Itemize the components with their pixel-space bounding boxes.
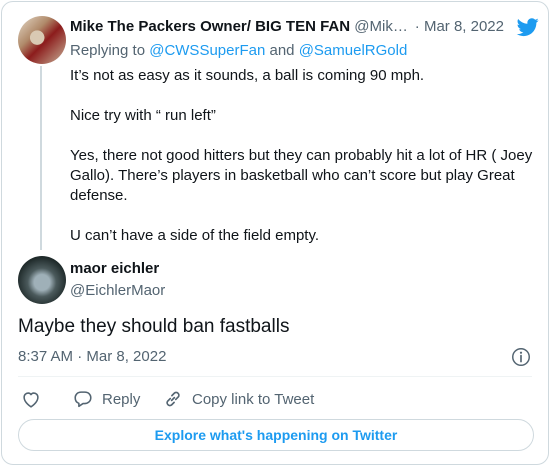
reply-mention-link-2[interactable]: @SamuelRGold xyxy=(299,42,408,59)
parent-paragraph: U can’t have a side of the field empty. xyxy=(70,227,320,244)
action-bar: Reply Copy link to Tweet xyxy=(18,386,538,412)
reply-mention-link-1[interactable]: @CWSSuperFan xyxy=(149,42,265,59)
like-button[interactable] xyxy=(20,386,42,412)
tweet-timestamp[interactable]: 8:37 AM · Mar 8, 2022 xyxy=(18,348,166,365)
heart-icon xyxy=(23,392,39,408)
replying-prefix: Replying to xyxy=(70,42,146,59)
explore-twitter-button[interactable]: Explore what's happening on Twitter xyxy=(18,419,534,451)
reply-button[interactable]: Reply xyxy=(72,386,140,412)
replying-to-line: Replying to @CWSSuperFan and @SamuelRGol… xyxy=(70,42,407,59)
parent-author-avatar[interactable] xyxy=(18,16,66,64)
copy-link-button[interactable]: Copy link to Tweet xyxy=(162,386,314,412)
parent-author-handle[interactable]: @Mik… xyxy=(354,18,408,35)
copy-link-label: Copy link to Tweet xyxy=(192,390,315,408)
thread-line xyxy=(40,66,42,250)
main-author-avatar[interactable] xyxy=(18,256,66,304)
main-author-name[interactable]: maor eichler xyxy=(70,260,159,277)
speech-bubble-icon xyxy=(74,391,92,408)
parent-author-name[interactable]: Mike The Packers Owner/ BIG TEN FAN xyxy=(70,18,350,35)
parent-tweet-text: It’s not as easy as it sounds, a ball is… xyxy=(70,66,540,266)
main-author-handle[interactable]: @EichlerMaor xyxy=(70,282,165,299)
parent-tweet-date[interactable]: · Mar 8, 2022 xyxy=(415,18,504,35)
main-tweet-text: Maybe they should ban fastballs xyxy=(18,316,290,337)
reply-label: Reply xyxy=(102,390,141,408)
replying-and: and xyxy=(269,42,295,59)
parent-tweet-header: Mike The Packers Owner/ BIG TEN FAN @Mik… xyxy=(70,18,540,38)
parent-paragraph: Nice try with “ run left” xyxy=(70,107,216,124)
tweet-embed-card: Mike The Packers Owner/ BIG TEN FAN @Mik… xyxy=(1,1,549,465)
twitter-bird-icon[interactable] xyxy=(516,16,540,38)
divider xyxy=(18,376,532,377)
parent-paragraph: It’s not as easy as it sounds, a ball is… xyxy=(70,67,425,84)
link-icon xyxy=(166,391,180,407)
info-icon[interactable] xyxy=(510,346,532,368)
parent-paragraph: Yes, there not good hitters but they can… xyxy=(70,147,533,204)
